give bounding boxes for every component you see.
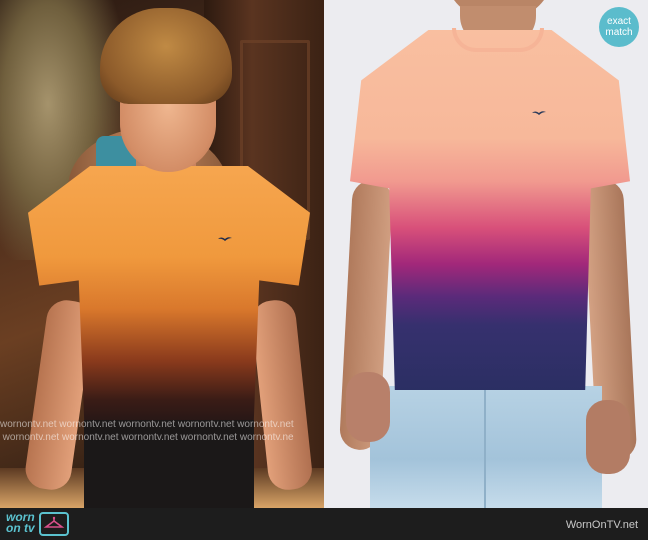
scene-photo: wornontv.net wornontv.net wornontv.net w… xyxy=(0,0,324,508)
exact-match-badge: exact match xyxy=(599,7,639,47)
footer-bar xyxy=(0,508,648,540)
seagull-logo-icon xyxy=(532,111,546,115)
tv-hanger-icon xyxy=(38,512,69,536)
brand-logo[interactable]: worn on tv xyxy=(6,511,69,538)
product-photo xyxy=(324,0,648,508)
jeans-seam xyxy=(484,386,486,508)
model-left-hand xyxy=(346,372,390,442)
product-ombre-tshirt xyxy=(350,30,630,390)
model-right-hand xyxy=(586,400,630,474)
badge-line-1: exact xyxy=(607,16,631,27)
brand-text: worn on tv xyxy=(6,511,35,535)
brand-line-2: on tv xyxy=(6,521,35,535)
watermark-row: net wornontv.net wornontv.net wornontv.n… xyxy=(0,432,294,443)
actor-hair xyxy=(100,8,232,104)
watermark: wornontv.net wornontv.net wornontv.net w… xyxy=(0,418,324,448)
tshirt-collar xyxy=(452,28,544,52)
actor-right-arm xyxy=(250,298,314,492)
watermark-row: wornontv.net wornontv.net wornontv.net w… xyxy=(0,419,294,430)
badge-line-2: match xyxy=(605,27,633,38)
site-credit[interactable]: WornOnTV.net xyxy=(566,519,638,531)
model xyxy=(324,0,648,508)
model-jeans xyxy=(370,386,602,508)
seagull-logo-icon xyxy=(218,237,232,241)
